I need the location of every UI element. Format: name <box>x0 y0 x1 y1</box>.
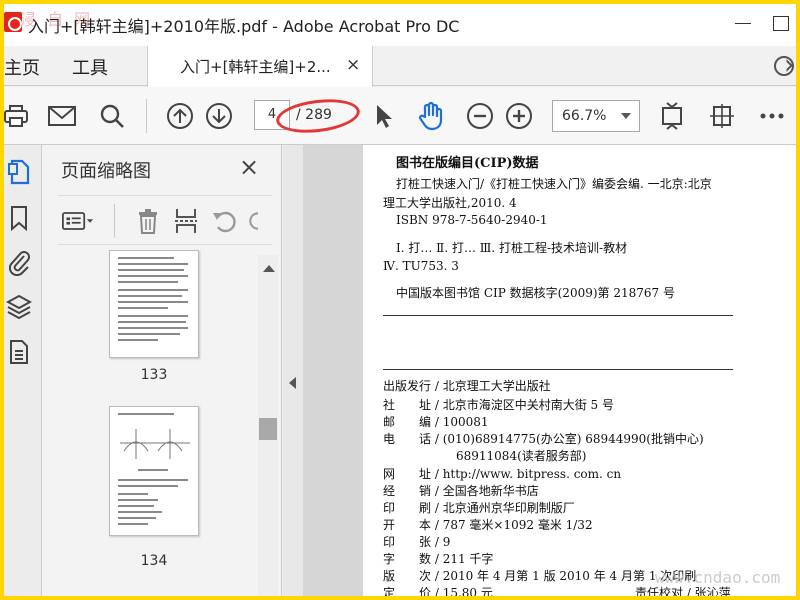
scroll-up-icon[interactable] <box>263 265 275 272</box>
help-icon[interactable] <box>774 56 794 76</box>
imprint-row: 版 次 / 2010 年 4 月第 1 版 2010 年 4 月第 1 次印刷 <box>383 569 697 583</box>
insert-page-icon[interactable] <box>170 205 202 237</box>
email-icon[interactable] <box>46 100 78 132</box>
toolbar-divider <box>146 99 147 133</box>
pdf-page: 图书在版编目(CIP)数据 打桩工快速入门/《打桩工快速入门》编委会编. 一北京… <box>363 145 800 600</box>
imprint-row: 经 销 / 全国各地新华书店 <box>383 484 539 498</box>
cip-heading: 图书在版编目(CIP)数据 <box>396 156 539 171</box>
zoom-value: 66.7% <box>562 108 607 124</box>
rule-bottom <box>383 369 733 370</box>
zoom-select[interactable]: 66.7% <box>552 100 640 132</box>
hand-tool-icon[interactable] <box>415 100 447 132</box>
close-tab-icon[interactable]: × <box>346 55 360 75</box>
thumbnail-label-134: 134 <box>140 553 168 569</box>
imprint-row: 字 数 / 211 千字 <box>383 552 494 566</box>
thumbnail-list: 133 134 <box>42 250 268 600</box>
rotate-right-icon[interactable] <box>246 205 270 237</box>
maximize-button[interactable] <box>765 8 795 38</box>
document-view[interactable]: 图书在版编目(CIP)数据 打桩工快速入门/《打桩工快速入门》编委会编. 一北京… <box>303 145 800 600</box>
search-icon[interactable] <box>96 100 128 132</box>
tab-tools[interactable]: 工具 <box>72 54 108 80</box>
cip-line-2: 理工大学出版社,2010. 4 <box>383 196 517 210</box>
layers-icon[interactable] <box>4 291 34 321</box>
panel-title: 页面缩略图 <box>61 161 151 182</box>
cip-line-1: 打桩工快速入门/《打桩工快速入门》编委会编. 一北京:北京 <box>396 177 712 191</box>
imprint-row: 68911084(读者服务部) <box>456 449 587 463</box>
thumbnail-scrollbar[interactable] <box>258 255 278 600</box>
bookmark-icon[interactable] <box>4 203 34 233</box>
classification-code: Ⅳ. TU753. 3 <box>383 259 459 273</box>
chevron-down-icon <box>621 113 631 119</box>
rotate-left-icon[interactable] <box>208 205 240 237</box>
thumbnail-options-icon[interactable] <box>62 205 94 237</box>
imprint-row: 定 价 / 15.80 元 <box>383 586 493 600</box>
thumbnail-page-133[interactable] <box>109 250 199 358</box>
collapse-panel-handle[interactable] <box>283 145 303 600</box>
close-panel-icon[interactable]: × <box>239 153 259 181</box>
cip-number: 中国版本图书馆 CIP 数据核字(2009)第 218767 号 <box>396 286 675 300</box>
classification-line: Ⅰ. 打… Ⅱ. 打… Ⅲ. 打桩工程-技术培训-教材 <box>396 241 628 255</box>
imprint-row: 出版发行 / 北京理工大学出版社 <box>383 379 551 393</box>
print-icon[interactable] <box>0 100 32 132</box>
tab-bar: 主页 工具 入门+[韩轩主编]+2... × <box>0 46 800 87</box>
chevron-left-icon <box>289 377 296 389</box>
left-navigation-rail <box>0 145 42 600</box>
thumbnails-panel: 页面缩略图 × 133 134 <box>42 145 282 600</box>
tab-home[interactable]: 主页 <box>4 54 40 80</box>
full-screen-icon[interactable] <box>706 100 738 132</box>
rule-top <box>383 315 733 316</box>
page-thumbnails-icon[interactable] <box>4 157 34 187</box>
document-tab-label: 入门+[韩轩主编]+2... <box>180 58 331 76</box>
panel-divider <box>114 204 115 238</box>
imprint-row: 邮 编 / 100081 <box>383 415 489 429</box>
isbn-line: ISBN 978-7-5640-2940-1 <box>396 213 548 227</box>
more-options-icon[interactable] <box>756 100 788 132</box>
previous-page-icon[interactable] <box>164 100 196 132</box>
attachment-icon[interactable] <box>4 247 34 277</box>
toolbar: 4 / 289 66.7% <box>0 87 800 145</box>
fit-page-icon[interactable] <box>656 100 688 132</box>
zoom-in-icon[interactable] <box>503 100 535 132</box>
tab-document[interactable]: 入门+[韩轩主编]+2... × <box>147 46 373 87</box>
watermark-bottom-right: www.cndao.com <box>655 568 781 587</box>
imprint-row: 电 话 / (010)68914775(办公室) 68944990(批销中心) <box>383 432 704 446</box>
title-bar: 入门+[韩轩主编]+2010年版.pdf - Adobe Acrobat Pro… <box>0 0 800 46</box>
imprint-row: 社 址 / 北京市海淀区中关村南大街 5 号 <box>383 398 614 412</box>
next-page-icon[interactable] <box>203 100 235 132</box>
thumbnail-label-133: 133 <box>140 367 168 383</box>
delete-page-icon[interactable] <box>132 205 164 237</box>
panel-toolbar <box>58 195 272 245</box>
zoom-out-icon[interactable] <box>464 100 496 132</box>
thumbnail-page-134[interactable] <box>109 406 199 536</box>
watermark-top-left: 浸 自 网 <box>20 10 94 29</box>
imprint-row: 开 本 / 787 毫米×1092 毫米 1/32 <box>383 518 593 532</box>
imprint-row: 印 刷 / 北京通州京华印刷制版厂 <box>383 501 575 515</box>
select-cursor-icon[interactable] <box>368 100 400 132</box>
imprint-row: 网 址 / http://www. bitpress. com. cn <box>383 467 622 481</box>
document-properties-icon[interactable] <box>4 337 34 367</box>
minimize-button[interactable] <box>728 8 758 38</box>
scrollbar-thumb[interactable] <box>259 418 277 440</box>
imprint-row: 印 张 / 9 <box>383 535 451 549</box>
